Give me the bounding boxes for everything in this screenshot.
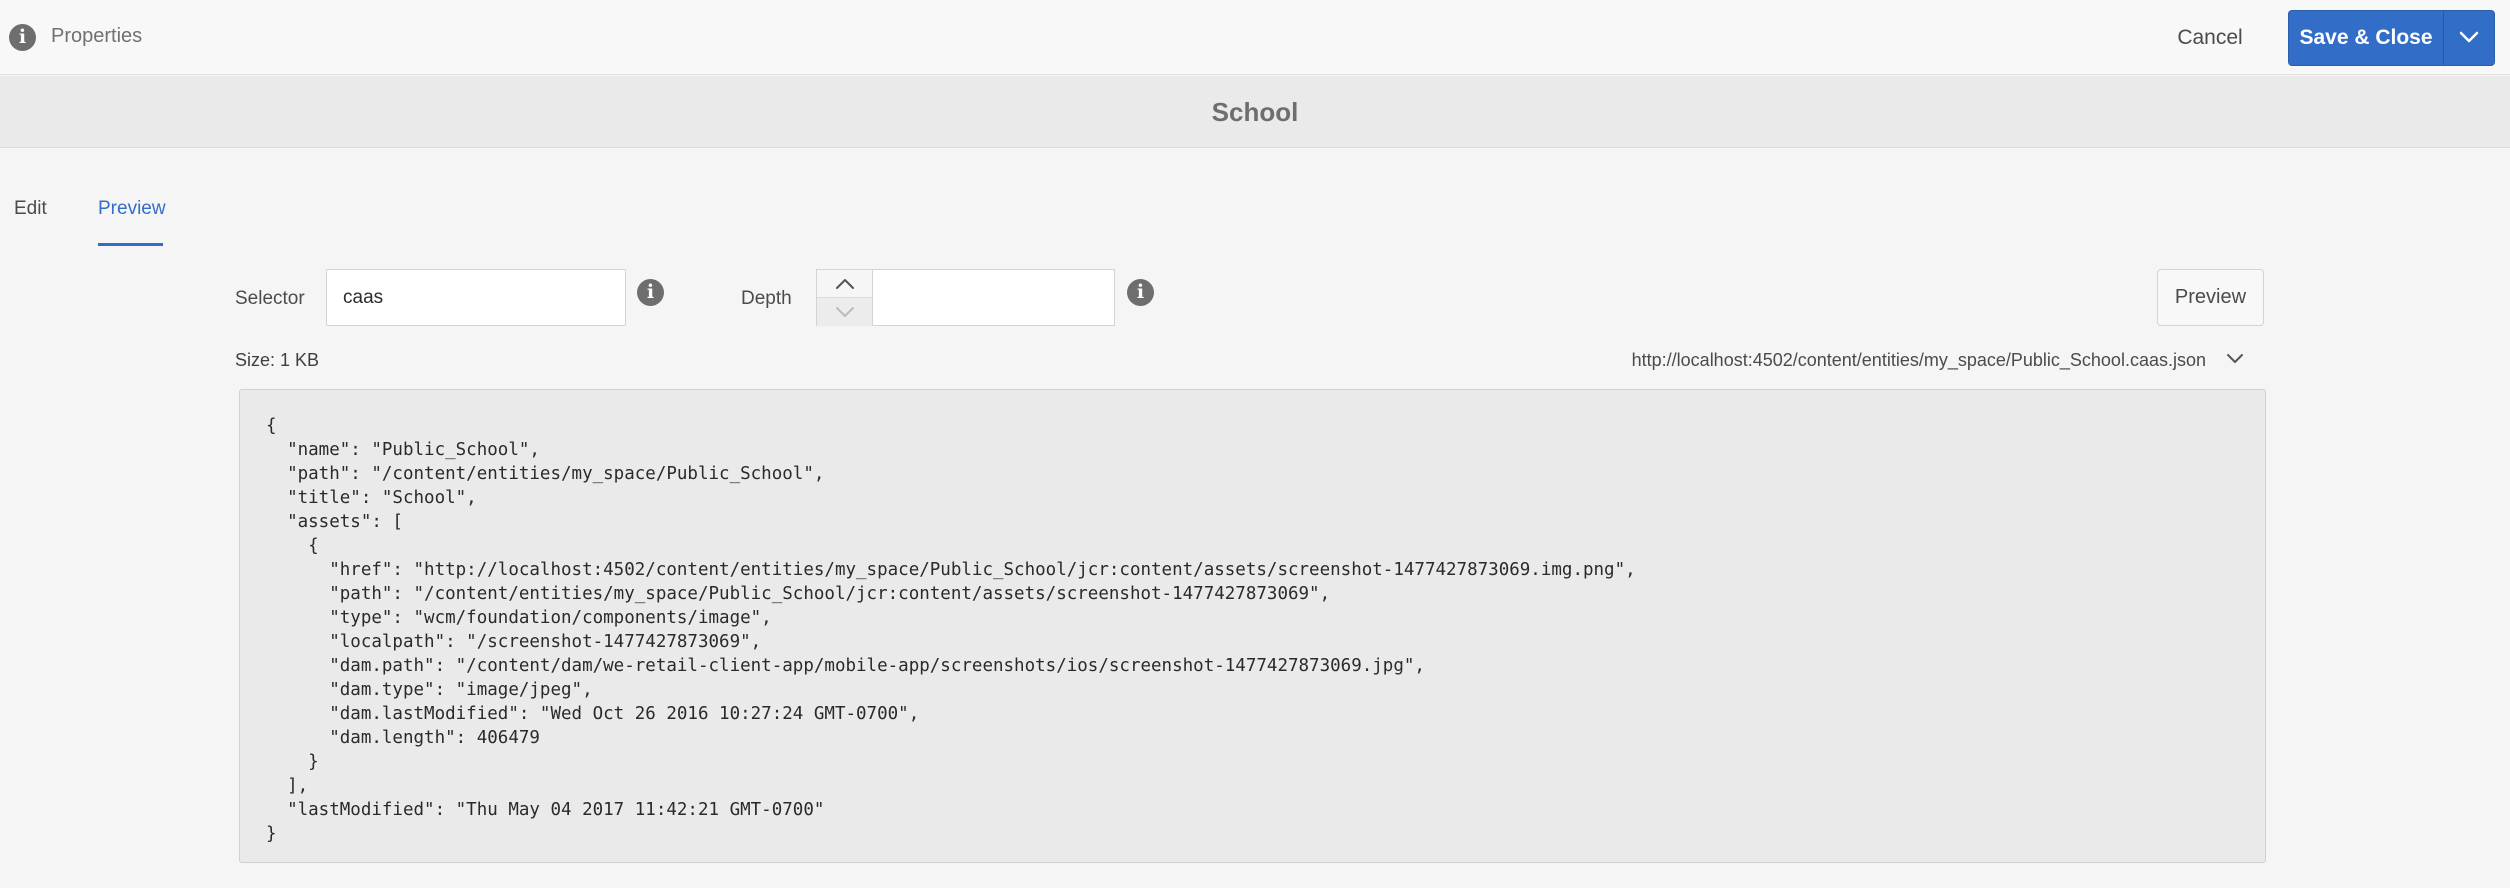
save-close-button-group: Save & Close: [2288, 10, 2495, 66]
tab-edit[interactable]: Edit: [14, 198, 47, 220]
save-options-dropdown[interactable]: [2444, 11, 2494, 65]
active-tab-indicator: [98, 243, 163, 246]
depth-stepper: [816, 269, 873, 326]
chevron-up-icon: [836, 279, 854, 289]
cancel-button[interactable]: Cancel: [2160, 18, 2260, 58]
selector-input[interactable]: [326, 269, 626, 326]
info-icon[interactable]: i: [1127, 279, 1154, 306]
chevron-down-icon[interactable]: [2225, 352, 2245, 366]
stepper-decrement-button[interactable]: [817, 298, 872, 326]
request-url: http://localhost:4502/content/entities/m…: [1631, 350, 2206, 370]
info-icon[interactable]: i: [637, 279, 664, 306]
json-output-panel[interactable]: { "name": "Public_School", "path": "/con…: [239, 389, 2266, 863]
preview-button[interactable]: Preview: [2157, 269, 2264, 326]
selector-label: Selector: [235, 288, 305, 309]
json-output: { "name": "Public_School", "path": "/con…: [266, 416, 1636, 844]
dialog-title: Properties: [51, 25, 143, 47]
page-title: School: [1211, 97, 1299, 127]
response-size: Size: 1 KB: [235, 350, 320, 370]
title-bar: School: [0, 76, 2510, 148]
info-icon[interactable]: i: [9, 24, 36, 51]
depth-label: Depth: [741, 288, 792, 309]
tab-preview[interactable]: Preview: [98, 198, 166, 220]
stepper-increment-button[interactable]: [817, 270, 872, 298]
toolbar: i Properties Cancel Save & Close: [0, 0, 2510, 75]
chevron-down-icon: [836, 307, 854, 317]
save-close-button[interactable]: Save & Close: [2289, 11, 2443, 65]
chevron-down-icon: [2459, 31, 2479, 43]
depth-input[interactable]: [872, 269, 1115, 326]
